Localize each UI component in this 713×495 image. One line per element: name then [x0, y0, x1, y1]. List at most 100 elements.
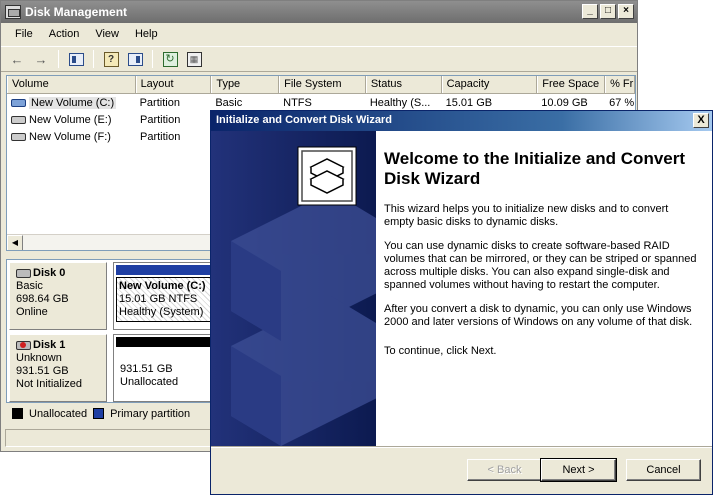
- wizard-body: Welcome to the Initialize and Convert Di…: [211, 131, 712, 446]
- stacked-disks-banner-icon: [211, 131, 376, 446]
- minimize-button[interactable]: _: [582, 4, 598, 19]
- disk-type: Unknown: [16, 352, 62, 364]
- disk-warning-icon: [16, 341, 31, 350]
- scroll-left-icon[interactable]: ◀: [7, 235, 23, 250]
- console-tree-icon: [68, 52, 84, 66]
- show-hide-action-pane-button[interactable]: [125, 50, 145, 68]
- wizard-paragraph: You can use dynamic disks to create soft…: [384, 240, 697, 291]
- column-header-capacity[interactable]: Capacity: [441, 76, 538, 93]
- status-cell: Healthy (S...: [369, 96, 431, 109]
- capacity-cell: 15.01 GB: [445, 96, 493, 109]
- disk-name-row: Disk 0: [16, 267, 100, 280]
- menu-bar: File Action View Help: [1, 23, 637, 45]
- column-header-percent-free[interactable]: % Fr: [605, 76, 635, 93]
- wizard-paragraph: To continue, click Next.: [384, 345, 497, 357]
- column-header-volume[interactable]: Volume: [7, 76, 136, 93]
- column-header-layout[interactable]: Layout: [135, 76, 212, 93]
- primary-partition-swatch: [93, 408, 105, 419]
- volume-cell: New Volume (C:): [7, 96, 136, 109]
- back-arrow-icon[interactable]: ←: [7, 50, 27, 68]
- initialize-convert-wizard-dialog: Initialize and Convert Disk Wizard X Wel…: [210, 110, 713, 495]
- title-bar[interactable]: Disk Management _ □ ×: [1, 1, 637, 23]
- disk-name: Disk 1: [33, 339, 66, 351]
- volume-icon: [11, 98, 26, 107]
- next-button[interactable]: Next >: [540, 458, 617, 482]
- properties-button[interactable]: ▦: [184, 50, 204, 68]
- volume-name: New Volume (E:): [29, 113, 112, 126]
- toolbar: ← → ? ↻ ▦: [1, 46, 637, 72]
- disk-name-row: Disk 1: [16, 339, 100, 352]
- partition-label: New Volume (C:): [119, 280, 206, 292]
- wizard-paragraph: After you convert a disk to dynamic, you…: [384, 303, 693, 328]
- disk-name: Disk 0: [33, 267, 66, 279]
- type-cell: Basic: [215, 96, 243, 109]
- window-controls: _ □ ×: [582, 4, 634, 19]
- menu-file[interactable]: File: [7, 28, 41, 40]
- partition-info: 931.51 GB Unallocated: [118, 361, 218, 391]
- disk-label[interactable]: Disk 0 Basic 698.64 GB Online: [9, 262, 107, 330]
- close-button[interactable]: ×: [618, 4, 634, 19]
- menu-view[interactable]: View: [87, 28, 127, 40]
- partition-size: 931.51 GB: [120, 363, 173, 375]
- column-header-file-system[interactable]: File System: [279, 76, 366, 93]
- help-button[interactable]: ?: [101, 50, 121, 68]
- help-icon: ?: [103, 51, 119, 67]
- disk-state: Not Initialized: [16, 378, 83, 390]
- back-button[interactable]: < Back: [467, 459, 542, 481]
- refresh-button[interactable]: ↻: [160, 50, 180, 68]
- disk-type: Basic: [16, 280, 43, 292]
- wizard-title: Initialize and Convert Disk Wizard: [216, 114, 392, 126]
- wizard-divider: [211, 446, 712, 448]
- table-row[interactable]: New Volume (C:) Partition Basic NTFS Hea…: [7, 94, 635, 111]
- partition-block[interactable]: 931.51 GB Unallocated: [113, 334, 223, 402]
- action-pane-icon: [127, 52, 143, 66]
- toolbar-separator: [58, 50, 59, 68]
- disk-size: 698.64 GB: [16, 293, 69, 305]
- wizard-banner: [211, 131, 376, 446]
- volume-name: New Volume (C:): [29, 96, 117, 109]
- free-space-cell: 10.09 GB: [541, 96, 588, 109]
- forward-arrow-icon[interactable]: →: [31, 50, 51, 68]
- layout-cell: Partition: [140, 113, 181, 126]
- layout-cell: Partition: [140, 130, 181, 143]
- partition-info: New Volume (C:) 15.01 GB NTFS Healthy (S…: [116, 277, 220, 322]
- cancel-button[interactable]: Cancel: [626, 459, 701, 481]
- column-header-type[interactable]: Type: [211, 76, 280, 93]
- legend-unallocated: Unallocated: [29, 407, 88, 420]
- column-header-status[interactable]: Status: [365, 76, 442, 93]
- volume-cell: New Volume (F:): [7, 131, 136, 143]
- unallocated-swatch: [12, 408, 23, 419]
- primary-partition-bar: [116, 265, 220, 275]
- menu-action[interactable]: Action: [41, 28, 88, 40]
- partition-block[interactable]: New Volume (C:) 15.01 GB NTFS Healthy (S…: [113, 262, 223, 330]
- disk-icon: [16, 269, 31, 278]
- show-hide-tree-button[interactable]: [66, 50, 86, 68]
- legend-primary: Primary partition: [110, 407, 191, 420]
- disk-management-icon: [5, 5, 21, 19]
- wizard-title-bar[interactable]: Initialize and Convert Disk Wizard X: [211, 111, 712, 131]
- file-system-cell: NTFS: [283, 96, 312, 109]
- wizard-heading: Welcome to the Initialize and Convert Di…: [384, 149, 686, 188]
- volume-cell: New Volume (E:): [7, 114, 136, 126]
- wizard-content: Welcome to the Initialize and Convert Di…: [384, 149, 699, 369]
- disk-state: Online: [16, 306, 48, 318]
- toolbar-separator: [93, 50, 94, 68]
- partition-status: Healthy (System): [119, 306, 204, 318]
- volume-icon: [11, 132, 26, 141]
- list-header: Volume Layout Type File System Status Ca…: [7, 76, 635, 94]
- maximize-button[interactable]: □: [600, 4, 616, 19]
- disk-size: 931.51 GB: [16, 365, 69, 377]
- layout-cell: Partition: [139, 96, 180, 109]
- disk-label[interactable]: Disk 1 Unknown 931.51 GB Not Initialized: [9, 334, 107, 402]
- volume-icon: [11, 115, 26, 124]
- properties-icon: ▦: [186, 51, 202, 67]
- refresh-icon: ↻: [162, 51, 178, 67]
- unallocated-bar: [116, 337, 220, 347]
- partition-status: Unallocated: [120, 376, 179, 388]
- wizard-close-button[interactable]: X: [693, 113, 709, 128]
- percent-free-cell: 67 %: [609, 96, 635, 109]
- partition-size-fs: 15.01 GB NTFS: [119, 293, 198, 305]
- wizard-paragraph: This wizard helps you to initialize new …: [384, 203, 669, 228]
- column-header-free-space[interactable]: Free Space: [537, 76, 606, 93]
- menu-help[interactable]: Help: [127, 28, 166, 40]
